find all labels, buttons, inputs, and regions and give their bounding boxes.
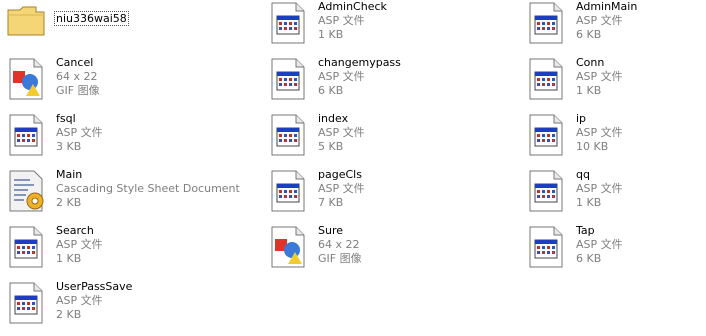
- file-name: UserPassSave: [56, 280, 133, 293]
- file-type: ASP 文件: [576, 70, 623, 83]
- file-item[interactable]: Main Cascading Style Sheet Document 2 KB: [0, 168, 250, 216]
- file-size: 1 KB: [576, 84, 602, 97]
- asp-file-icon: [526, 170, 566, 212]
- file-size: GIF 图像: [318, 252, 362, 265]
- file-item[interactable]: qq ASP 文件 1 KB: [520, 168, 706, 216]
- file-name: fsql: [56, 112, 76, 125]
- file-type: ASP 文件: [576, 182, 623, 195]
- file-type: ASP 文件: [318, 126, 365, 139]
- file-item[interactable]: index ASP 文件 5 KB: [262, 112, 512, 160]
- asp-file-icon: [6, 282, 46, 324]
- css-document-icon: [6, 170, 46, 212]
- file-name: Tap: [576, 224, 595, 237]
- file-size: 10 KB: [576, 140, 609, 153]
- file-name: pageCls: [318, 168, 362, 181]
- file-name: niu336wai58: [54, 11, 129, 26]
- file-type: ASP 文件: [318, 70, 365, 83]
- asp-file-icon: [526, 2, 566, 44]
- file-size: GIF 图像: [56, 84, 100, 97]
- asp-file-icon: [6, 226, 46, 268]
- file-type: ASP 文件: [576, 126, 623, 139]
- file-list: niu336wai58 AdminCheck ASP 文件 1 KB AdminMain…: [0, 0, 706, 336]
- asp-file-icon: [526, 58, 566, 100]
- file-name: AdminCheck: [318, 0, 387, 13]
- file-item[interactable]: niu336wai58: [0, 0, 250, 48]
- file-name: changemypass: [318, 56, 401, 69]
- file-type: 64 x 22: [56, 70, 98, 83]
- folder-icon: [6, 2, 46, 44]
- asp-file-icon: [268, 114, 308, 156]
- gif-image-icon: [6, 58, 46, 100]
- file-name: Sure: [318, 224, 344, 237]
- file-name: qq: [576, 168, 590, 181]
- asp-file-icon: [268, 170, 308, 212]
- file-size: 5 KB: [318, 140, 344, 153]
- file-item[interactable]: Tap ASP 文件 6 KB: [520, 224, 706, 272]
- file-size: 6 KB: [576, 28, 602, 41]
- file-name: Cancel: [56, 56, 94, 69]
- file-size: 7 KB: [318, 196, 344, 209]
- file-type: ASP 文件: [56, 126, 103, 139]
- file-size: 1 KB: [318, 28, 344, 41]
- file-name: index: [318, 112, 349, 125]
- file-size: 2 KB: [56, 308, 82, 321]
- file-type: ASP 文件: [56, 238, 103, 251]
- file-name: Search: [56, 224, 94, 237]
- file-name: Main: [56, 168, 83, 181]
- asp-file-icon: [526, 226, 566, 268]
- file-type: 64 x 22: [318, 238, 360, 251]
- file-size: 1 KB: [56, 252, 82, 265]
- file-size: 6 KB: [318, 84, 344, 97]
- file-item[interactable]: Sure 64 x 22 GIF 图像: [262, 224, 512, 272]
- file-item[interactable]: changemypass ASP 文件 6 KB: [262, 56, 512, 104]
- file-type: ASP 文件: [56, 294, 103, 307]
- file-item[interactable]: AdminMain ASP 文件 6 KB: [520, 0, 706, 48]
- file-name: Conn: [576, 56, 605, 69]
- asp-file-icon: [526, 114, 566, 156]
- file-item[interactable]: Search ASP 文件 1 KB: [0, 224, 250, 272]
- file-type: Cascading Style Sheet Document: [56, 182, 240, 195]
- file-name: ip: [576, 112, 587, 125]
- gif-image-icon: [268, 226, 308, 268]
- file-item[interactable]: fsql ASP 文件 3 KB: [0, 112, 250, 160]
- file-item[interactable]: Conn ASP 文件 1 KB: [520, 56, 706, 104]
- file-item[interactable]: UserPassSave ASP 文件 2 KB: [0, 280, 250, 328]
- file-size: 3 KB: [56, 140, 82, 153]
- file-type: ASP 文件: [318, 182, 365, 195]
- file-type: ASP 文件: [318, 14, 365, 27]
- asp-file-icon: [268, 2, 308, 44]
- file-size: 6 KB: [576, 252, 602, 265]
- asp-file-icon: [268, 58, 308, 100]
- asp-file-icon: [6, 114, 46, 156]
- file-item[interactable]: Cancel 64 x 22 GIF 图像: [0, 56, 250, 104]
- file-item[interactable]: ip ASP 文件 10 KB: [520, 112, 706, 160]
- file-item[interactable]: AdminCheck ASP 文件 1 KB: [262, 0, 512, 48]
- file-name: AdminMain: [576, 0, 638, 13]
- file-type: ASP 文件: [576, 238, 623, 251]
- file-item[interactable]: pageCls ASP 文件 7 KB: [262, 168, 512, 216]
- file-size: 2 KB: [56, 196, 82, 209]
- file-type: ASP 文件: [576, 14, 623, 27]
- file-size: 1 KB: [576, 196, 602, 209]
